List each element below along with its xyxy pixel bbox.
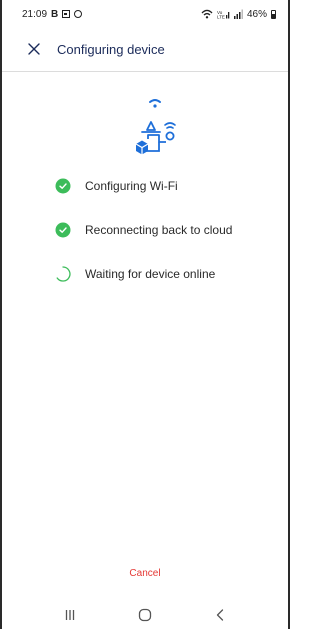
check-circle-icon	[55, 178, 71, 194]
back-icon[interactable]	[215, 609, 225, 621]
step-label: Waiting for device online	[85, 267, 216, 281]
header: Configuring device	[2, 34, 288, 64]
status-badge-b: B	[51, 8, 59, 20]
screen-edge-left	[0, 0, 2, 629]
gallery-notification-icon	[62, 10, 71, 18]
signal-strength-icon	[233, 9, 243, 19]
back-button[interactable]	[200, 604, 240, 626]
wifi-status-icon	[201, 9, 213, 19]
accessibility-notification-icon	[74, 10, 83, 18]
close-button[interactable]	[19, 34, 49, 64]
status-left: 21:09 B	[22, 8, 83, 20]
battery-percent: 46%	[246, 8, 267, 20]
step-configuring-wifi: Configuring Wi-Fi	[55, 176, 280, 196]
app-screen: 21:09 B Vo LTE 46% Configuring device Co…	[0, 0, 290, 629]
check-circle-icon	[55, 222, 71, 238]
battery-icon	[271, 9, 276, 19]
status-time: 21:09	[22, 8, 48, 20]
loading-spinner-icon	[56, 266, 71, 282]
recent-apps-button[interactable]	[50, 604, 90, 626]
cancel-button[interactable]: Cancel	[0, 568, 290, 579]
home-button[interactable]	[125, 604, 165, 626]
home-icon[interactable]	[138, 608, 152, 622]
progress-steps: Configuring Wi-Fi Reconnecting back to c…	[55, 176, 280, 308]
status-bar: 21:09 B Vo LTE 46%	[2, 0, 288, 28]
device-illustration	[130, 94, 188, 164]
step-waiting-online: Waiting for device online	[55, 264, 280, 284]
status-right: Vo LTE 46%	[201, 9, 276, 20]
wifi-device-config-illustration	[135, 99, 176, 155]
step-label: Configuring Wi-Fi	[85, 179, 178, 193]
close-icon[interactable]	[28, 43, 40, 55]
volte-signal-icon: Vo LTE	[217, 10, 230, 20]
header-divider	[2, 71, 288, 72]
screen-edge-right	[288, 0, 290, 629]
step-label: Reconnecting back to cloud	[85, 223, 233, 237]
recent-apps-icon[interactable]	[64, 609, 76, 621]
page-title: Configuring device	[57, 41, 165, 57]
system-nav-bar	[2, 604, 288, 626]
step-reconnecting-cloud: Reconnecting back to cloud	[55, 220, 280, 240]
svg-text:LTE: LTE	[217, 15, 225, 20]
